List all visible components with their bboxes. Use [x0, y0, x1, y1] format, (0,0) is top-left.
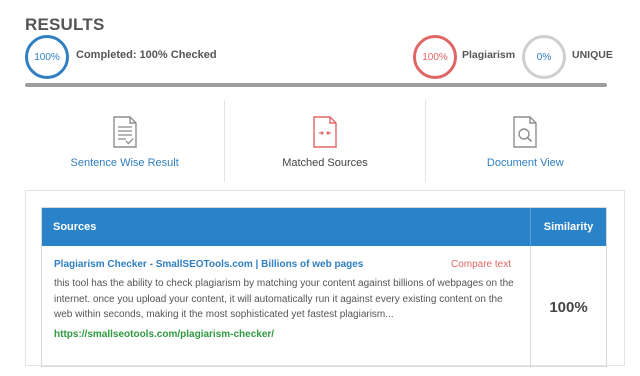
source-title-link[interactable]: Plagiarism Checker - SmallSEOTools.com |…	[54, 259, 519, 270]
unique-percent: 0%	[536, 51, 552, 63]
compare-text-link[interactable]: Compare text	[451, 259, 511, 270]
unique-label: UNIQUE	[572, 49, 613, 61]
source-excerpt: this tool has the ability to check plagi…	[54, 278, 514, 320]
document-lines-icon	[112, 116, 137, 148]
source-cell: Plagiarism Checker - SmallSEOTools.com |…	[42, 246, 531, 368]
source-url-link[interactable]: https://smallseotools.com/plagiarism-che…	[54, 329, 519, 340]
plagiarism-ring: 100%	[413, 35, 457, 79]
sources-column-header: Sources	[42, 208, 531, 246]
tab-label-document-view: Document View	[486, 157, 564, 169]
plagiarism-percent: 100%	[422, 51, 448, 63]
completed-ring: 100%	[25, 35, 69, 79]
table-row: Plagiarism Checker - SmallSEOTools.com |…	[42, 246, 606, 368]
tab-label-sentence-wise: Sentence Wise Result	[70, 157, 179, 169]
similarity-column-header: Similarity	[543, 221, 594, 233]
view-tabs: Sentence Wise Result Matched Sources Doc…	[25, 100, 625, 182]
tab-matched-sources[interactable]: Matched Sources	[224, 100, 424, 182]
document-search-icon	[513, 116, 538, 148]
similarity-value: 100%	[549, 298, 588, 316]
matched-document-icon	[313, 116, 337, 148]
results-title: RESULTS	[25, 15, 105, 34]
table-header: Sources Similarity	[42, 208, 606, 246]
sources-table: Sources Similarity Plagiarism Checker - …	[41, 207, 607, 368]
progress-bar	[25, 83, 607, 87]
tab-label-matched-sources: Matched Sources	[282, 157, 368, 169]
completed-percent: 100%	[34, 51, 60, 63]
completed-label: Completed: 100% Checked	[76, 49, 217, 61]
results-panel: Sources Similarity Plagiarism Checker - …	[25, 190, 625, 368]
plagiarism-label: Plagiarism	[462, 49, 516, 61]
unique-ring: 0%	[522, 35, 566, 79]
tab-sentence-wise-result[interactable]: Sentence Wise Result	[25, 100, 224, 182]
tab-document-view[interactable]: Document View	[424, 100, 625, 182]
